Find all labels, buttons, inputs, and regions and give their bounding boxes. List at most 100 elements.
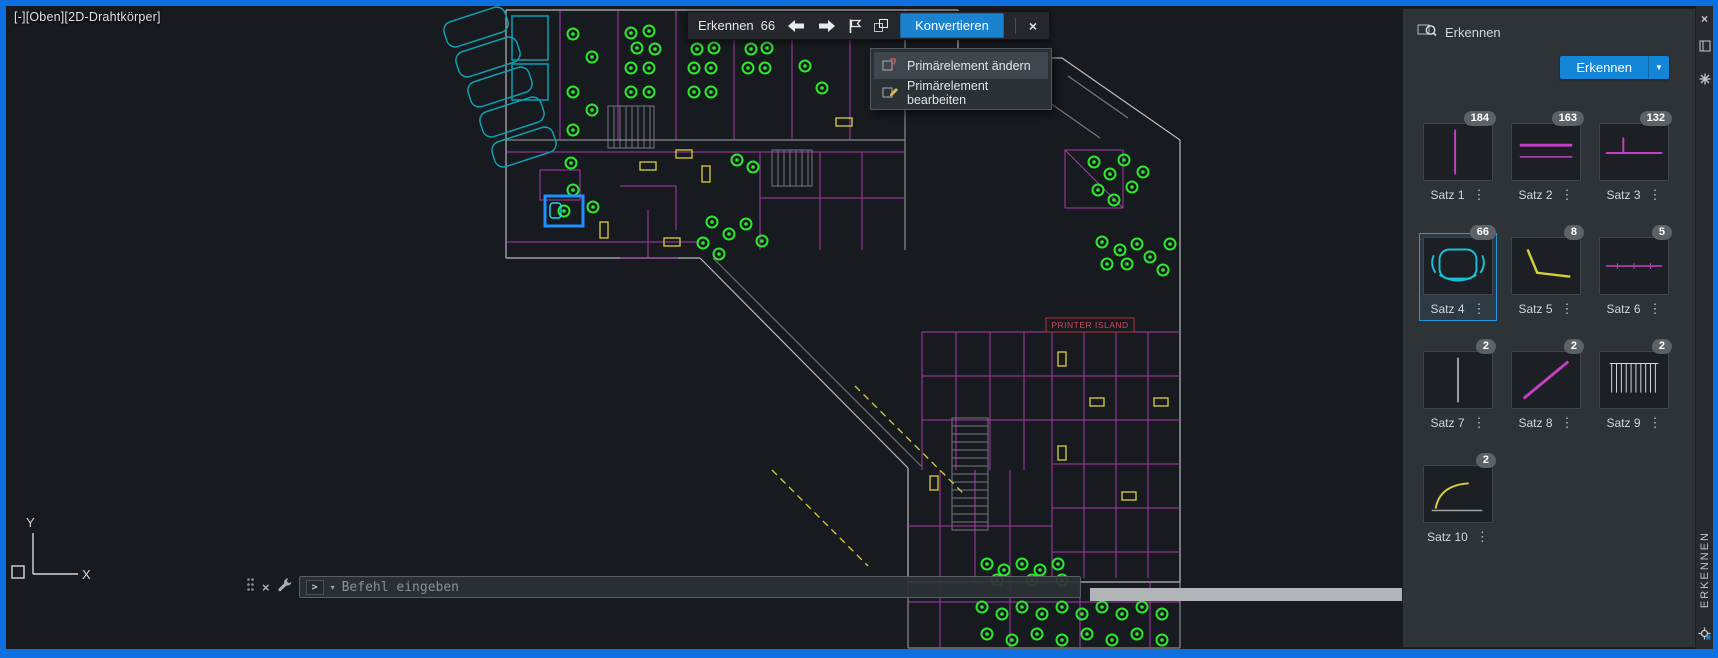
detected-symbol[interactable] xyxy=(997,563,1011,577)
prompt-caret-icon[interactable]: ▾ xyxy=(331,583,335,592)
detected-symbol[interactable] xyxy=(1035,607,1049,621)
detected-symbol[interactable] xyxy=(707,41,721,55)
set-menu-icon[interactable]: ⋮ xyxy=(1561,416,1574,429)
set-card-5[interactable]: 8 Satz 5 ⋮ xyxy=(1507,225,1585,321)
palette-side-bar[interactable]: × ERKENNEN xyxy=(1696,6,1713,649)
detected-symbol[interactable] xyxy=(630,41,644,55)
detected-symbol[interactable] xyxy=(704,85,718,99)
detected-symbol[interactable] xyxy=(1095,235,1109,249)
detected-symbol[interactable] xyxy=(1135,600,1149,614)
detected-symbol[interactable] xyxy=(1163,237,1177,251)
set-menu-icon[interactable]: ⋮ xyxy=(1476,530,1489,543)
set-thumbnail[interactable] xyxy=(1599,351,1669,409)
detected-symbol[interactable] xyxy=(624,85,638,99)
palette-close-icon[interactable]: × xyxy=(1701,13,1708,25)
properties-icon[interactable] xyxy=(1699,72,1711,90)
set-card-4[interactable]: 66 Satz 4 ⋮ xyxy=(1419,225,1497,321)
detected-symbol[interactable] xyxy=(624,26,638,40)
detected-symbol[interactable] xyxy=(741,61,755,75)
detected-symbol[interactable] xyxy=(1130,627,1144,641)
detected-symbol[interactable] xyxy=(758,61,772,75)
detected-symbol[interactable] xyxy=(1130,237,1144,251)
settings-icon[interactable] xyxy=(1698,627,1711,645)
set-card-6[interactable]: 5 Satz 6 ⋮ xyxy=(1595,225,1673,321)
detected-symbol[interactable] xyxy=(1080,627,1094,641)
set-thumbnail[interactable] xyxy=(1511,237,1581,295)
detected-symbol[interactable] xyxy=(1113,243,1127,257)
change-primary-item[interactable]: Primärelement ändern xyxy=(874,52,1048,79)
convert-button[interactable]: Konvertieren xyxy=(900,13,1004,38)
detected-symbol[interactable] xyxy=(1115,607,1129,621)
detected-symbol[interactable] xyxy=(1117,153,1131,167)
detected-symbol[interactable] xyxy=(1120,257,1134,271)
detected-symbol[interactable] xyxy=(566,27,580,41)
detected-symbol[interactable] xyxy=(1155,633,1169,647)
command-bar-grip[interactable] xyxy=(246,577,255,597)
detected-symbol[interactable] xyxy=(1075,607,1089,621)
detected-symbol[interactable] xyxy=(1095,600,1109,614)
detected-symbol[interactable] xyxy=(760,41,774,55)
detected-symbol[interactable] xyxy=(1136,165,1150,179)
viewport-controls[interactable]: [-][Oben][2D-Drahtkörper] xyxy=(14,10,161,24)
detected-symbol[interactable] xyxy=(642,24,656,38)
flag-icon[interactable] xyxy=(848,18,862,34)
detected-symbol[interactable] xyxy=(687,85,701,99)
detected-symbol[interactable] xyxy=(975,600,989,614)
set-card-7[interactable]: 2 Satz 7 ⋮ xyxy=(1419,339,1497,435)
set-card-8[interactable]: 2 Satz 8 ⋮ xyxy=(1507,339,1585,435)
set-thumbnail[interactable] xyxy=(1511,351,1581,409)
edit-primary-item[interactable]: Primärelement bearbeiten xyxy=(874,79,1048,107)
detected-symbol[interactable] xyxy=(1005,633,1019,647)
detected-symbol[interactable] xyxy=(815,81,829,95)
set-card-1[interactable]: 184 Satz 1 ⋮ xyxy=(1419,111,1497,207)
detected-symbol[interactable] xyxy=(1015,557,1029,571)
detected-symbol[interactable] xyxy=(1125,180,1139,194)
detected-symbol[interactable] xyxy=(746,160,760,174)
detected-symbol[interactable] xyxy=(687,61,701,75)
detected-symbol[interactable] xyxy=(1155,607,1169,621)
detected-symbol[interactable] xyxy=(1055,633,1069,647)
set-thumbnail[interactable] xyxy=(1423,123,1493,181)
detected-symbol[interactable] xyxy=(722,227,736,241)
detected-symbol[interactable] xyxy=(585,103,599,117)
detected-symbol[interactable] xyxy=(755,234,769,248)
detected-symbol[interactable] xyxy=(566,85,580,99)
detected-symbol[interactable] xyxy=(624,61,638,75)
customize-wrench-icon[interactable] xyxy=(277,577,292,597)
set-thumbnail[interactable] xyxy=(1423,237,1493,295)
detected-symbol[interactable] xyxy=(1100,257,1114,271)
detected-symbol[interactable] xyxy=(696,236,710,250)
detected-symbol[interactable] xyxy=(1033,563,1047,577)
detected-symbol[interactable] xyxy=(1103,167,1117,181)
detected-symbol[interactable] xyxy=(798,59,812,73)
detected-symbol[interactable] xyxy=(564,156,578,170)
set-card-3[interactable]: 132 Satz 3 ⋮ xyxy=(1595,111,1673,207)
detected-symbol[interactable] xyxy=(1156,263,1170,277)
command-input[interactable]: > ▾ Befehl eingeben xyxy=(298,576,1081,598)
detected-symbol[interactable] xyxy=(739,217,753,231)
detected-symbol[interactable] xyxy=(1030,627,1044,641)
detected-symbol[interactable] xyxy=(566,123,580,137)
set-menu-icon[interactable]: ⋮ xyxy=(1649,416,1662,429)
previous-arrow-icon[interactable] xyxy=(786,19,806,33)
detected-symbol[interactable] xyxy=(730,153,744,167)
detected-symbol[interactable] xyxy=(1087,155,1101,169)
auto-hide-icon[interactable] xyxy=(1699,39,1711,57)
set-card-2[interactable]: 163 Satz 2 ⋮ xyxy=(1507,111,1585,207)
detected-symbol[interactable] xyxy=(1015,600,1029,614)
set-thumbnail[interactable] xyxy=(1423,351,1493,409)
set-thumbnail[interactable] xyxy=(1599,123,1669,181)
set-card-10[interactable]: 2 Satz 10 ⋮ xyxy=(1419,453,1497,549)
next-arrow-icon[interactable] xyxy=(817,19,837,33)
detect-button[interactable]: Erkennen xyxy=(1560,56,1648,79)
detected-symbol[interactable] xyxy=(1107,193,1121,207)
detected-symbol[interactable] xyxy=(980,557,994,571)
detected-symbol[interactable] xyxy=(1143,250,1157,264)
set-menu-icon[interactable]: ⋮ xyxy=(1473,302,1486,315)
detected-symbol[interactable] xyxy=(1055,600,1069,614)
set-card-9[interactable]: 2 Satz 9 ⋮ xyxy=(1595,339,1673,435)
detected-symbol[interactable] xyxy=(642,61,656,75)
set-menu-icon[interactable]: ⋮ xyxy=(1561,302,1574,315)
detected-symbol[interactable] xyxy=(980,627,994,641)
detected-symbol[interactable] xyxy=(1091,183,1105,197)
